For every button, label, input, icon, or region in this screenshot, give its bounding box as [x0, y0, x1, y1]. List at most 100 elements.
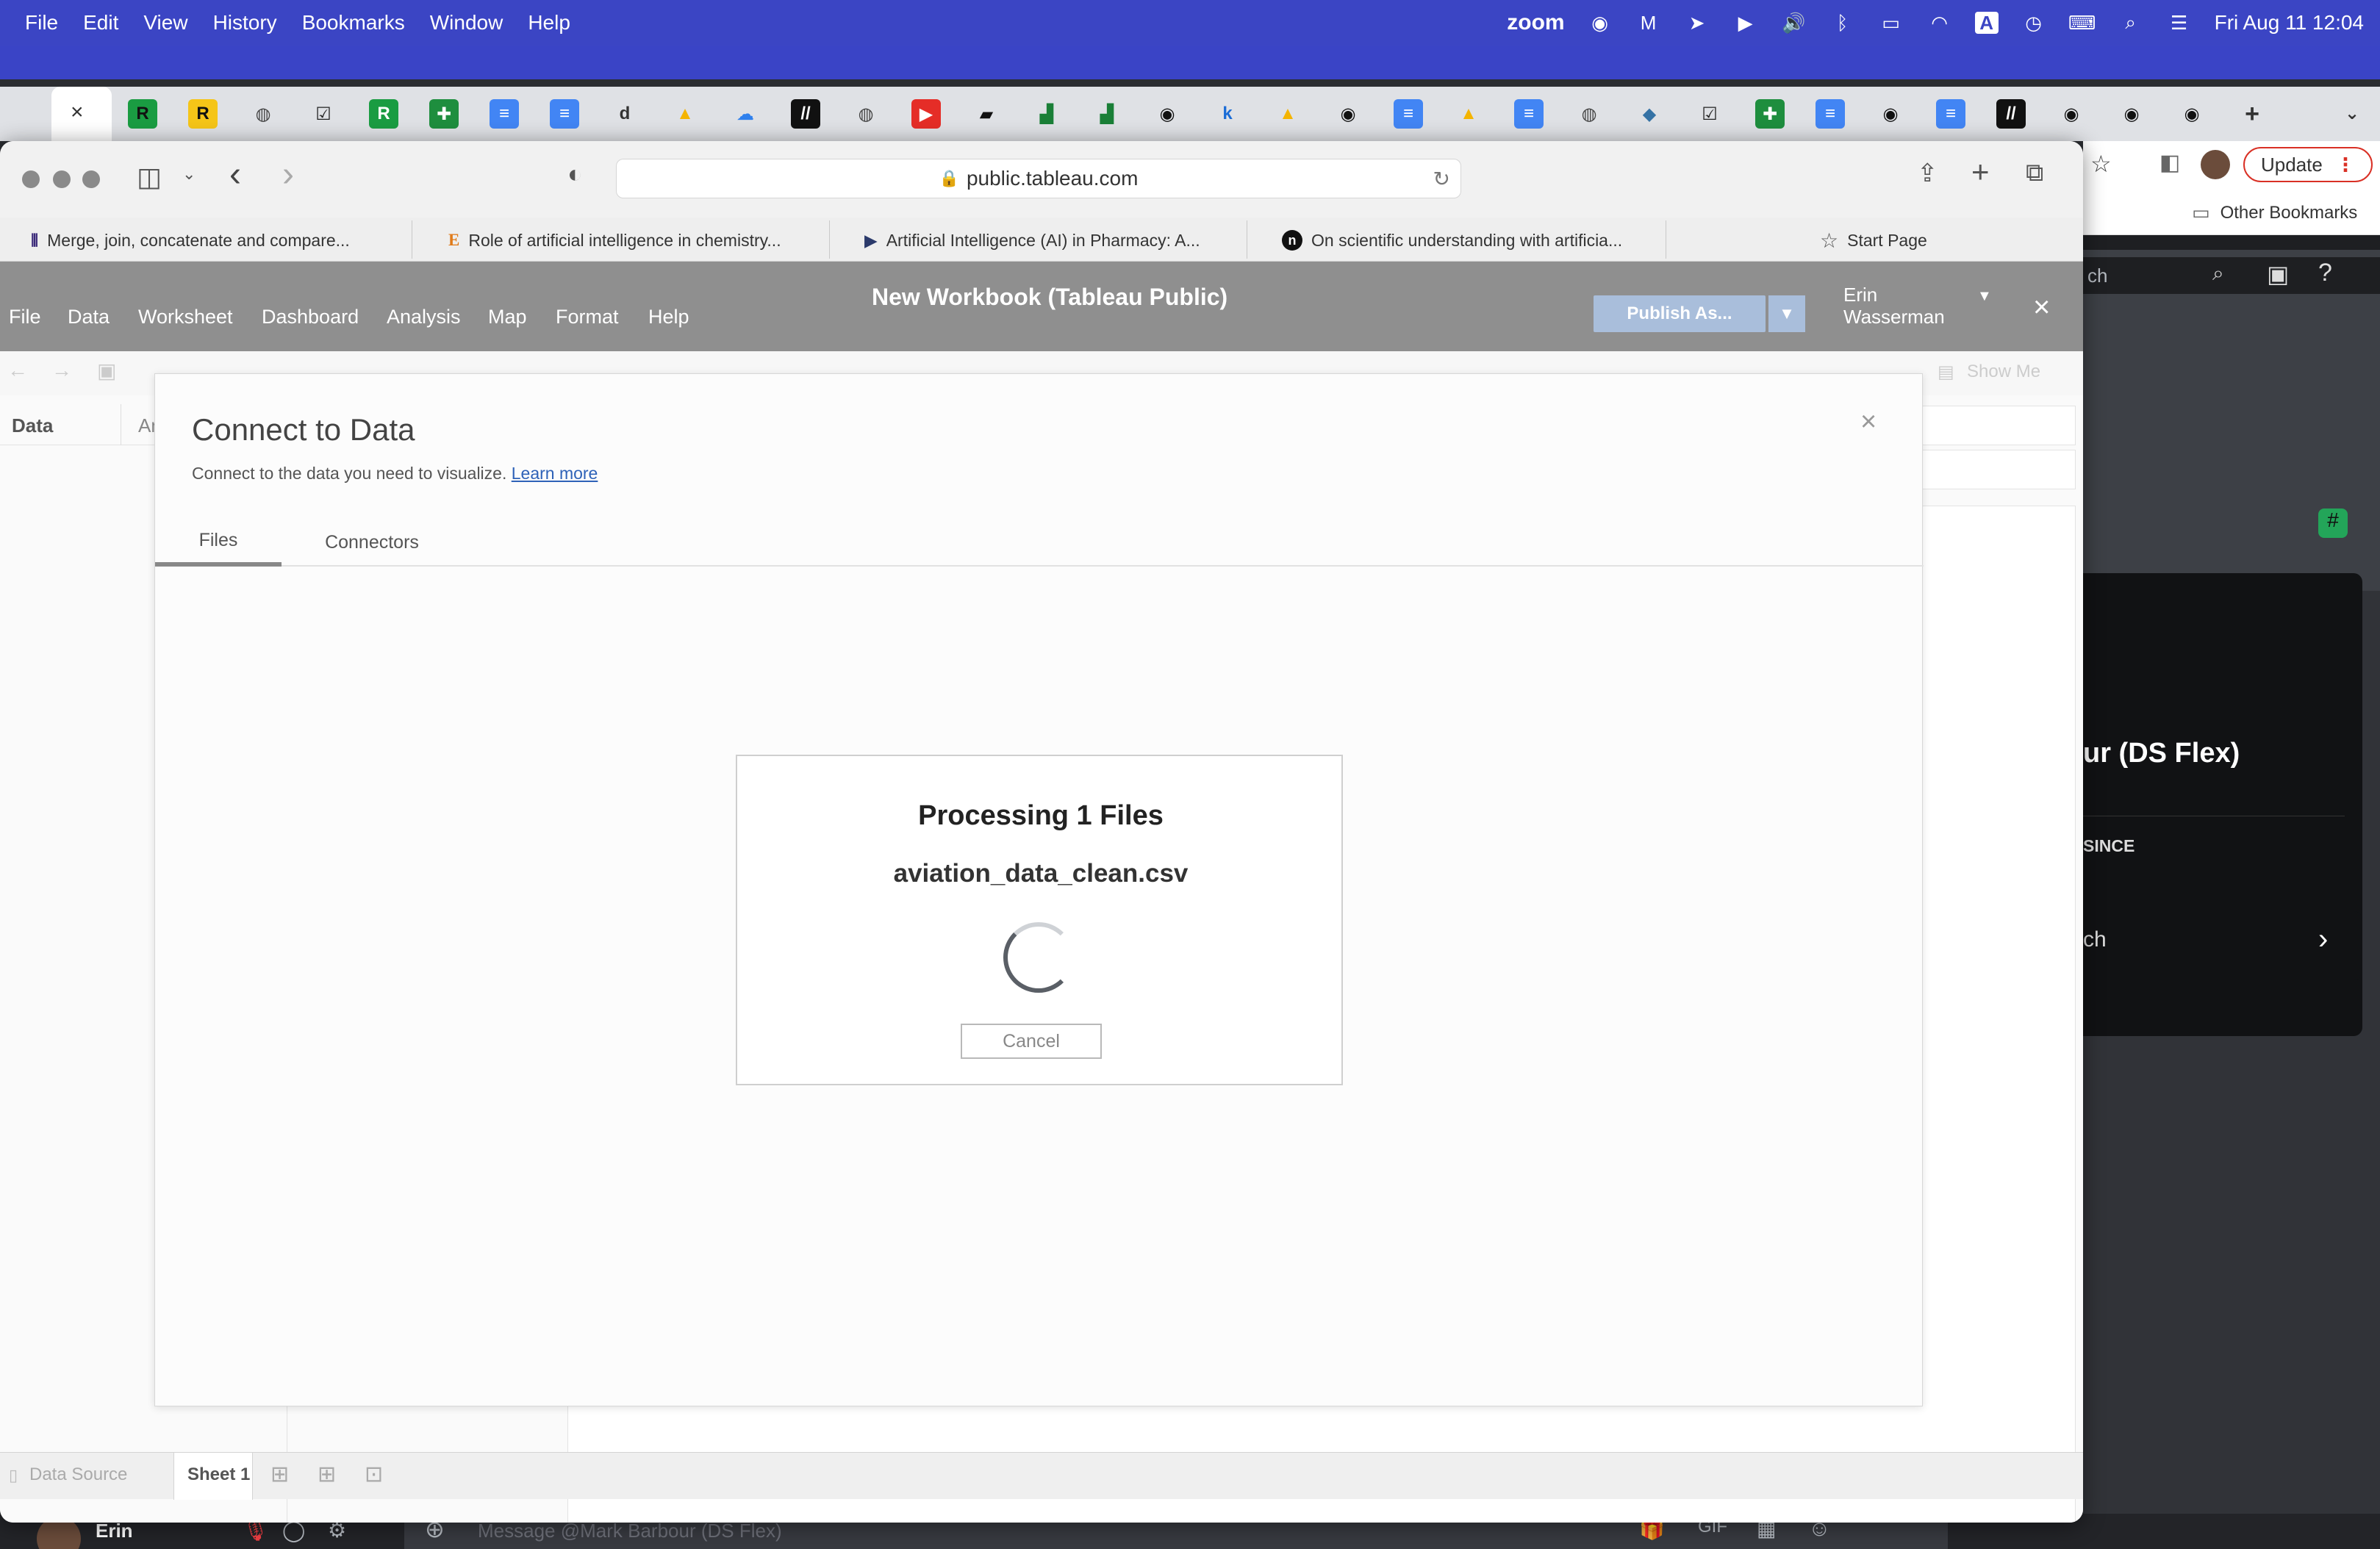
chevron-down-icon[interactable]: ⌄	[182, 165, 196, 184]
input-source-icon[interactable]: A	[1974, 12, 1999, 34]
malwarebytes-icon[interactable]: M	[1635, 12, 1662, 34]
play-icon[interactable]: ▶	[1732, 12, 1759, 34]
tab-drive-icon[interactable]: ▲	[670, 99, 700, 129]
tab-search-chevron-icon[interactable]: ⌄	[2337, 98, 2367, 128]
discord-hash-icon[interactable]: #	[2318, 508, 2348, 538]
tab-overview-icon[interactable]: ⧉	[2026, 159, 2043, 187]
reload-icon[interactable]: ↻	[1433, 167, 1450, 191]
tab-docs2-icon[interactable]: ≡	[550, 99, 579, 129]
tableau-menu-dashboard[interactable]: Dashboard	[262, 306, 359, 328]
favorite-2[interactable]: E Role of artificial intelligence in che…	[417, 220, 829, 260]
menu-window[interactable]: Window	[430, 11, 503, 35]
cursor-icon[interactable]: ➤	[1684, 12, 1710, 34]
menu-edit[interactable]: Edit	[83, 11, 118, 35]
tableau-menu-worksheet[interactable]: Worksheet	[138, 306, 233, 328]
tab-sheets2-icon[interactable]: ✚	[1755, 99, 1785, 129]
tableau-menu-file[interactable]: File	[9, 306, 41, 328]
menu-history[interactable]: History	[213, 11, 277, 35]
close-workbook-icon[interactable]: ×	[2033, 291, 2050, 324]
tab-drive2-icon[interactable]: ▲	[1273, 99, 1302, 129]
tab-files[interactable]: Files	[155, 518, 282, 567]
tableau-menu-data[interactable]: Data	[68, 306, 110, 328]
time-machine-icon[interactable]: ◷	[2021, 12, 2047, 34]
tab-globe-icon[interactable]: ◍	[248, 99, 278, 129]
tab-connectors[interactable]: Connectors	[302, 518, 442, 567]
new-tab-icon[interactable]: +	[2237, 99, 2267, 129]
keyboard-icon[interactable]: ⌨	[2068, 12, 2096, 34]
tab-github3-icon[interactable]: ◉	[1876, 99, 1905, 129]
tab-slash2-icon[interactable]: //	[1996, 99, 2026, 129]
learn-more-link[interactable]: Learn more	[512, 464, 598, 483]
tab-book-icon[interactable]: ▟	[1032, 99, 1061, 129]
close-window-button[interactable]	[22, 170, 40, 188]
redo-icon[interactable]: →	[51, 359, 72, 382]
tab-github-icon[interactable]: ◉	[1153, 99, 1182, 129]
tab-k-icon[interactable]: k	[1213, 99, 1242, 129]
other-bookmarks[interactable]: Other Bookmarks	[2221, 203, 2358, 223]
discord-help-icon[interactable]: ?	[2318, 259, 2332, 287]
volume-icon[interactable]: 🔊	[1781, 12, 1807, 34]
tab-docs5-icon[interactable]: ≡	[1816, 99, 1845, 129]
forward-icon[interactable]: ›	[282, 154, 294, 195]
tab-docs3-icon[interactable]: ≡	[1394, 99, 1423, 129]
address-bar[interactable]: 🔒 public.tableau.com ↻	[616, 159, 1461, 198]
profile-avatar[interactable]	[2201, 150, 2230, 179]
spotlight-icon[interactable]: ⌕	[2118, 11, 2144, 34]
favorite-1[interactable]: ⦀ Merge, join, concatenate and compare..…	[0, 220, 412, 260]
tab-youtube-icon[interactable]: ▶	[911, 99, 941, 129]
tab-python-icon[interactable]: ◆	[1635, 99, 1664, 129]
favorite-4[interactable]: n On scientific understanding with artif…	[1252, 220, 1664, 260]
sheet-1-tab[interactable]: Sheet 1	[173, 1453, 253, 1500]
tab-github4-icon[interactable]: ◉	[2057, 99, 2086, 129]
creative-cloud-icon[interactable]: ◉	[1587, 12, 1613, 34]
user-dropdown-icon[interactable]: ▼	[1977, 288, 1992, 305]
publish-as-button[interactable]: Publish As...	[1594, 295, 1766, 332]
new-tab-plus-icon[interactable]: +	[1971, 154, 1990, 190]
tab-book2-icon[interactable]: ▟	[1092, 99, 1122, 129]
tab-check2-icon[interactable]: ☑	[1695, 99, 1724, 129]
bluetooth-icon[interactable]: ᛒ	[1829, 12, 1856, 34]
tab-globe2-icon[interactable]: ◍	[851, 99, 881, 129]
menu-help[interactable]: Help	[528, 11, 570, 35]
tab-check-icon[interactable]: ☑	[309, 99, 338, 129]
undo-icon[interactable]: ←	[7, 359, 28, 382]
close-icon[interactable]: ×	[71, 100, 84, 125]
tableau-menu-format[interactable]: Format	[556, 306, 619, 328]
chrome-update-button[interactable]: Update ⋮	[2243, 147, 2373, 182]
tab-docs4-icon[interactable]: ≡	[1514, 99, 1544, 129]
tab-r-icon[interactable]: R	[128, 99, 157, 129]
control-center-icon[interactable]: ☰	[2166, 12, 2193, 34]
data-pane-tab[interactable]: Data	[12, 414, 53, 437]
tableau-menu-analysis[interactable]: Analysis	[387, 306, 461, 328]
show-me-icon[interactable]: ▤	[1938, 362, 1954, 383]
tab-globe3-icon[interactable]: ◍	[1574, 99, 1604, 129]
bookmark-star-icon[interactable]: ☆	[2090, 150, 2112, 178]
discord-open-row[interactable]: ch ›	[2083, 911, 2362, 980]
tab-docs-icon[interactable]: ≡	[490, 99, 519, 129]
discord-search-fragment[interactable]: ch	[2087, 265, 2107, 287]
tab-docs6-icon[interactable]: ≡	[1936, 99, 1965, 129]
menu-bookmarks[interactable]: Bookmarks	[302, 11, 405, 35]
menu-file[interactable]: File	[25, 11, 58, 35]
minimize-window-button[interactable]	[53, 170, 71, 188]
tab-d-icon[interactable]: d	[610, 99, 639, 129]
tableau-menu-map[interactable]: Map	[488, 306, 527, 328]
new-story-icon[interactable]: ⊡	[365, 1462, 383, 1487]
tab-github5-icon[interactable]: ◉	[2117, 99, 2146, 129]
discord-search-icon[interactable]: ⌕	[2212, 262, 2224, 286]
chrome-active-tab[interactable]: ×	[51, 87, 112, 141]
menubar-clock[interactable]: Fri Aug 11 12:04	[2215, 11, 2364, 35]
side-panel-icon[interactable]: ◧	[2159, 150, 2180, 176]
menu-view[interactable]: View	[143, 11, 187, 35]
battery-icon[interactable]: ▭	[1878, 12, 1904, 34]
tableau-menu-help[interactable]: Help	[648, 306, 689, 328]
tab-slash-icon[interactable]: //	[791, 99, 820, 129]
tab-r2-icon[interactable]: R	[188, 99, 218, 129]
cancel-button[interactable]: Cancel	[961, 1024, 1102, 1059]
publish-dropdown-button[interactable]: ▼	[1768, 295, 1805, 332]
save-icon[interactable]: ▣	[97, 359, 116, 383]
back-icon[interactable]: ‹	[229, 154, 241, 195]
wifi-icon[interactable]: ◠	[1926, 12, 1953, 34]
sidebar-toggle-icon[interactable]: ◫	[137, 162, 162, 193]
start-page-link[interactable]: ☆ Start Page	[1793, 220, 2014, 260]
